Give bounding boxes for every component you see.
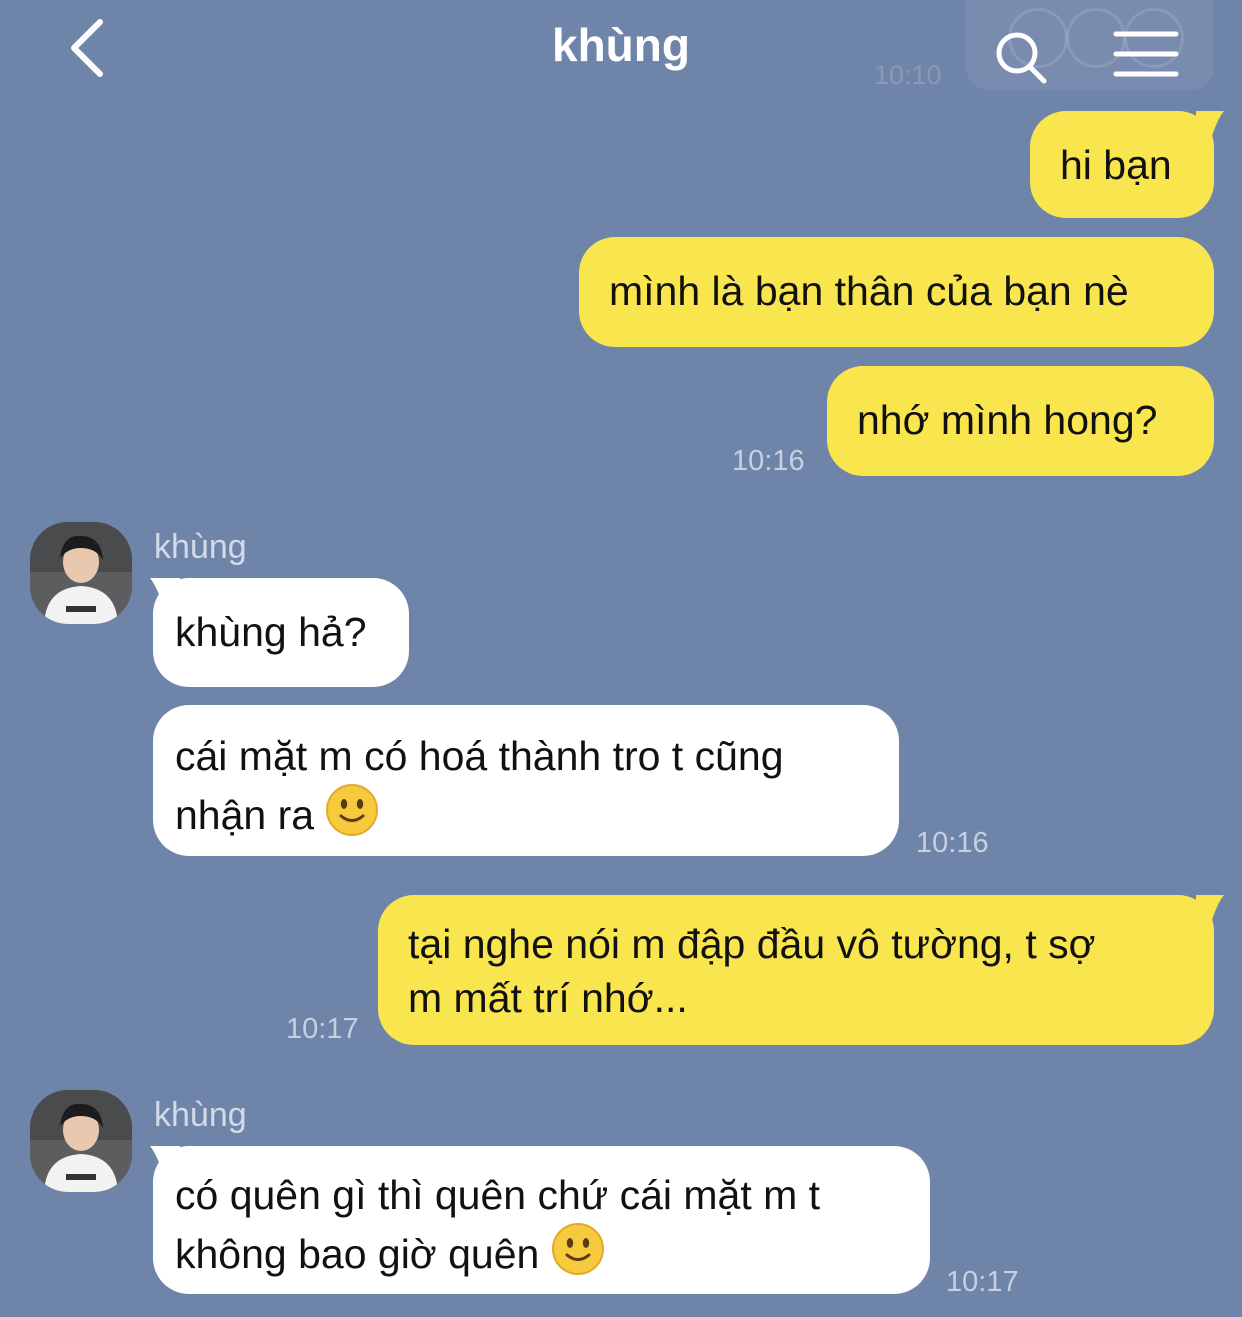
their-message-bubble[interactable]: cái mặt m có hoá thành tro t cũng nhận r… bbox=[153, 705, 899, 856]
their-message-bubble[interactable]: có quên gì thì quên chứ cái mặt m t khôn… bbox=[153, 1146, 930, 1294]
message-text: nhớ mình hong? bbox=[857, 397, 1158, 443]
search-button[interactable] bbox=[990, 24, 1056, 90]
slightly-smiling-face-icon bbox=[551, 1222, 605, 1289]
my-message-bubble[interactable]: hi bạn bbox=[1030, 111, 1214, 218]
my-message-bubble[interactable]: mình là bạn thân của bạn nè bbox=[579, 237, 1214, 347]
avatar-photo bbox=[30, 522, 132, 624]
menu-button[interactable] bbox=[1112, 28, 1182, 80]
slightly-smiling-face-icon bbox=[325, 783, 379, 850]
bubble-tail bbox=[150, 1146, 180, 1178]
my-message-bubble[interactable]: tại nghe nói m đập đầu vô tường, t sợ m … bbox=[378, 895, 1214, 1045]
message-line-1: tại nghe nói m đập đầu vô tường, t sợ bbox=[408, 921, 1096, 967]
message-text: hi bạn bbox=[1060, 142, 1172, 188]
message-line-2: không bao giờ quên bbox=[175, 1231, 540, 1277]
bubble-tail bbox=[1196, 111, 1224, 143]
message-line-2: m mất trí nhớ... bbox=[408, 975, 688, 1021]
faded-timestamp: 10:10 bbox=[874, 60, 942, 90]
hamburger-menu-icon bbox=[1113, 31, 1179, 77]
sender-name: khùng bbox=[154, 528, 247, 566]
my-message-bubble[interactable]: nhớ mình hong? bbox=[827, 366, 1214, 476]
message-text: mình là bạn thân của bạn nè bbox=[609, 268, 1129, 314]
search-icon bbox=[996, 32, 1047, 84]
message-timestamp: 10:17 bbox=[946, 1266, 1019, 1298]
their-message-bubble[interactable]: khùng hả? bbox=[153, 578, 409, 687]
message-line-1: có quên gì thì quên chứ cái mặt m t bbox=[175, 1172, 821, 1218]
message-timestamp: 10:17 bbox=[286, 1013, 359, 1045]
message-line-1: cái mặt m có hoá thành tro t cũng bbox=[175, 733, 784, 779]
avatar-photo bbox=[30, 1090, 132, 1192]
message-line-2: nhận ra bbox=[175, 792, 315, 838]
bubble-tail bbox=[150, 578, 180, 610]
message-timestamp: 10:16 bbox=[732, 445, 805, 477]
message-text: khùng hả? bbox=[175, 609, 367, 655]
contact-avatar[interactable] bbox=[30, 522, 132, 624]
bubble-tail bbox=[1196, 895, 1224, 927]
chat-screen: khùng 10:10 hi bạn mình là bạn thân của … bbox=[0, 0, 1242, 1317]
chat-header: khùng 10:10 bbox=[0, 0, 1242, 100]
sender-name: khùng bbox=[154, 1096, 247, 1134]
message-timestamp: 10:16 bbox=[916, 827, 989, 859]
contact-avatar[interactable] bbox=[30, 1090, 132, 1192]
